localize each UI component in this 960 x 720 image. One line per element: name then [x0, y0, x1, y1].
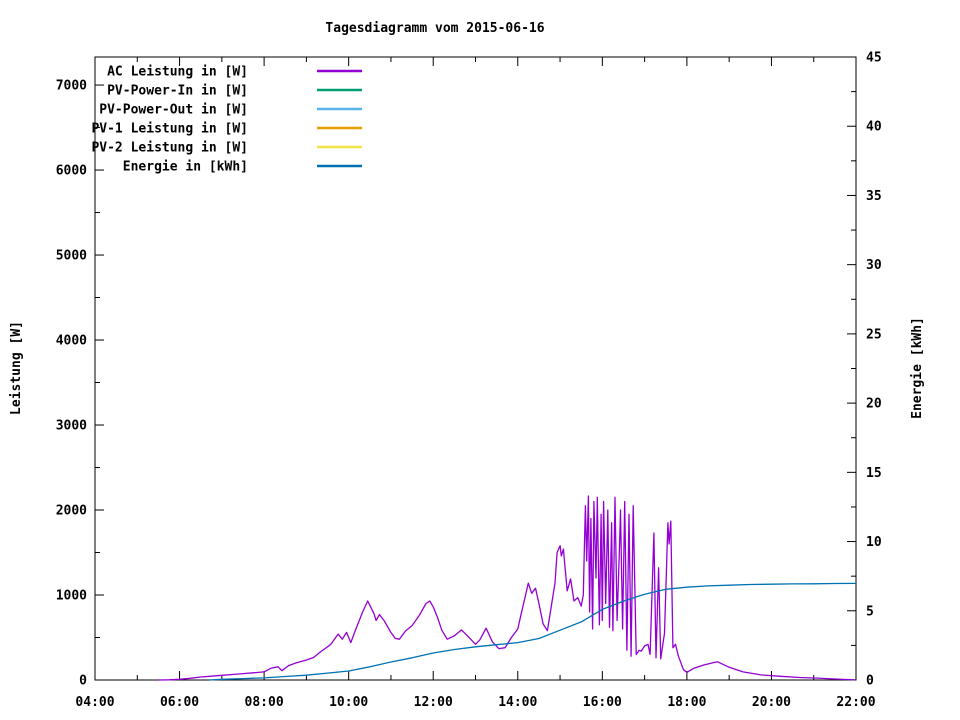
- y2-tick-label: 35: [866, 189, 882, 204]
- y2-tick-label: 5: [866, 604, 874, 619]
- y2-tick-label: 40: [866, 120, 882, 135]
- y2-axis-title: Energie [kWh]: [910, 317, 925, 419]
- legend-label: PV-2 Leistung in [W]: [91, 141, 248, 156]
- x-tick-label: 04:00: [75, 695, 114, 710]
- y2-tick-label: 30: [866, 258, 882, 273]
- y2-tick-label: 20: [866, 397, 882, 412]
- series-energie-in-kwh-: [209, 582, 857, 681]
- y-tick-label: 2000: [56, 504, 87, 519]
- legend-label: PV-Power-Out in [W]: [99, 103, 248, 118]
- x-tick-label: 14:00: [498, 695, 537, 710]
- y2-tick-label: 25: [866, 327, 882, 342]
- chart-title: Tagesdiagramm vom 2015-06-16: [325, 21, 544, 36]
- y-tick-label: 4000: [56, 334, 87, 349]
- y-tick-label: 6000: [56, 164, 87, 179]
- chart-canvas: Tagesdiagramm vom 2015-06-16 04:00 06:00 08…: [0, 0, 960, 720]
- y2-tick-label: 0: [866, 674, 874, 689]
- series-ac-leistung-in-w-: [158, 495, 855, 681]
- legend-label: Energie in [kWh]: [123, 160, 248, 175]
- y-tick-label: 7000: [56, 79, 87, 94]
- x-tick-label: 10:00: [329, 695, 368, 710]
- plot-svg: Tagesdiagramm vom 2015-06-16 04:00 06:00 08…: [9, 21, 925, 710]
- y2-tick-label: 15: [866, 466, 882, 481]
- legend-label: PV-1 Leistung in [W]: [91, 122, 248, 137]
- x-tick-label: 20:00: [752, 695, 791, 710]
- x-tick-label: 08:00: [245, 695, 284, 710]
- x-tick-label: 18:00: [667, 695, 706, 710]
- y-tick-label: 0: [79, 674, 87, 689]
- y-tick-label: 3000: [56, 419, 87, 434]
- x-tick-label: 22:00: [836, 695, 875, 710]
- legend-label: PV-Power-In in [W]: [107, 84, 248, 99]
- legend-label: AC Leistung in [W]: [107, 65, 248, 80]
- x-tick-label: 06:00: [160, 695, 199, 710]
- y-axis-title: Leistung [W]: [9, 321, 24, 415]
- y-tick-label: 1000: [56, 589, 87, 604]
- x-tick-label: 12:00: [414, 695, 453, 710]
- y-tick-label: 5000: [56, 249, 87, 264]
- y2-tick-label: 45: [866, 51, 882, 66]
- y2-tick-label: 10: [866, 535, 882, 550]
- x-tick-label: 16:00: [583, 695, 622, 710]
